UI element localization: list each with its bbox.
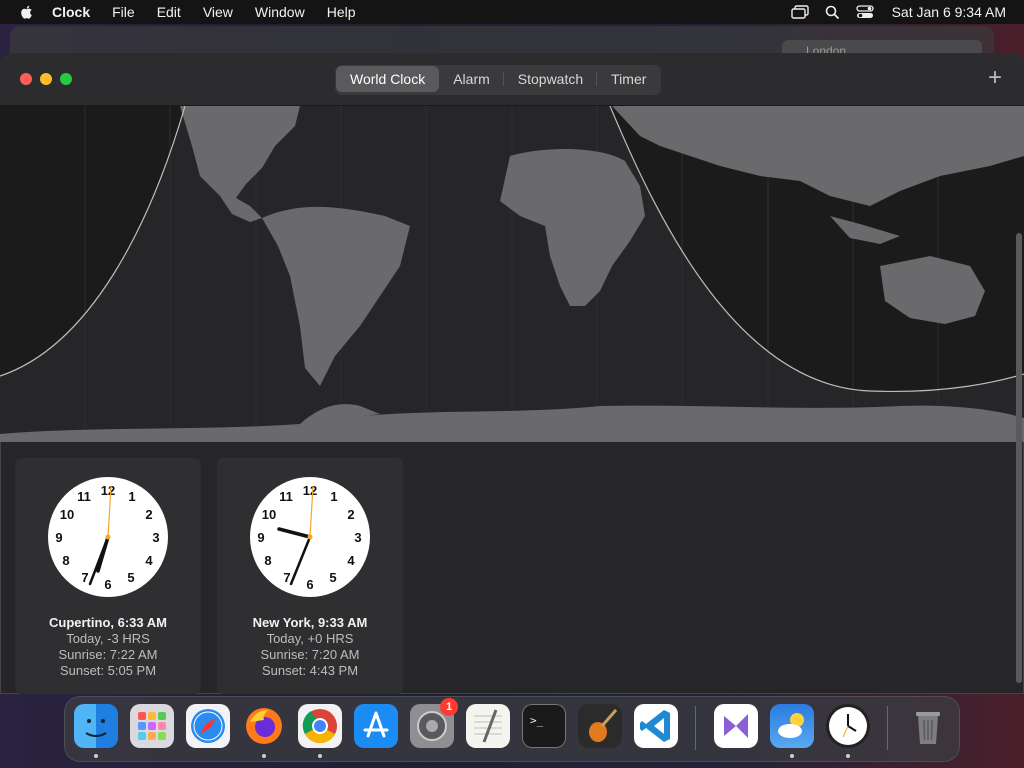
svg-text:3: 3: [152, 530, 159, 545]
tab-timer[interactable]: Timer: [597, 66, 660, 92]
clock-window: World Clock Alarm Stopwatch Timer + 12 1…: [0, 53, 1024, 694]
svg-text:7: 7: [283, 570, 290, 585]
garageband-icon[interactable]: [578, 704, 622, 748]
menu-bar: Clock File Edit View Window Help Sat Jan…: [0, 0, 1024, 24]
tab-alarm[interactable]: Alarm: [439, 66, 504, 92]
svg-text:12: 12: [101, 483, 115, 498]
trash-icon[interactable]: [906, 704, 950, 748]
svg-text:8: 8: [264, 553, 271, 568]
svg-text:2: 2: [347, 507, 354, 522]
svg-text:4: 4: [145, 553, 153, 568]
finder-icon[interactable]: [74, 704, 118, 748]
weather-icon[interactable]: [770, 704, 814, 748]
menu-view[interactable]: View: [203, 4, 233, 20]
zoom-button[interactable]: [60, 73, 72, 85]
svg-text:7: 7: [81, 570, 88, 585]
clock-sunrise: Sunrise: 7:20 AM: [260, 647, 360, 662]
screen-mirroring-icon[interactable]: [790, 5, 809, 19]
close-button[interactable]: [20, 73, 32, 85]
dock: 1 >_: [64, 696, 960, 762]
menu-edit[interactable]: Edit: [157, 4, 181, 20]
svg-text:3: 3: [354, 530, 361, 545]
svg-text:9: 9: [55, 530, 62, 545]
dock-separator: [695, 706, 696, 750]
textedit-icon[interactable]: [466, 704, 510, 748]
scrollbar[interactable]: [1016, 233, 1022, 683]
launchpad-icon[interactable]: [130, 704, 174, 748]
clock-card-new-york[interactable]: 12 1 2 3 45 6 78 9 10 11 New York, 9:33 AM Tod…: [217, 458, 403, 694]
svg-text:6: 6: [306, 577, 313, 592]
svg-text:12: 12: [303, 483, 317, 498]
svg-text:5: 5: [329, 570, 336, 585]
clock-app-icon[interactable]: [826, 704, 870, 748]
clock-sunrise: Sunrise: 7:22 AM: [58, 647, 158, 662]
firefox-icon[interactable]: [242, 704, 286, 748]
menubar-datetime[interactable]: Sat Jan 6 9:34 AM: [892, 4, 1006, 20]
svg-text:2: 2: [145, 507, 152, 522]
svg-text:4: 4: [347, 553, 355, 568]
clock-running-dot: [846, 754, 850, 758]
vscode-icon[interactable]: [634, 704, 678, 748]
menu-window[interactable]: Window: [255, 4, 305, 20]
clock-card-cupertino[interactable]: 12 1 2 3 45 6 78 9 10 11 Cupertino, 6:33 AM To…: [15, 458, 201, 694]
title-bar: World Clock Alarm Stopwatch Timer +: [0, 53, 1024, 106]
segmented-tabs: World Clock Alarm Stopwatch Timer: [335, 65, 662, 95]
svg-text:5: 5: [127, 570, 134, 585]
safari-icon[interactable]: [186, 704, 230, 748]
menu-help[interactable]: Help: [327, 4, 356, 20]
chrome-running-dot: [318, 754, 322, 758]
svg-text:11: 11: [279, 489, 293, 504]
clock-sunset: Sunset: 4:43 PM: [261, 663, 359, 678]
add-city-button[interactable]: +: [984, 66, 1006, 90]
analog-clock-face: 12 12 3 45 6 78 9 1011: [250, 477, 370, 597]
clock-offset: Today, -3 HRS: [66, 631, 150, 646]
svg-text:1: 1: [128, 489, 135, 504]
menu-clock[interactable]: Clock: [52, 4, 90, 20]
notification-badge: 1: [440, 698, 458, 716]
dock-separator: [887, 706, 888, 750]
tab-stopwatch[interactable]: Stopwatch: [504, 66, 598, 92]
terminal-icon[interactable]: >_: [522, 704, 566, 748]
analog-clock-face: 12 12 3 45 6 78 9 1011: [48, 477, 168, 597]
svg-text:>_: >_: [530, 714, 544, 727]
svg-text:10: 10: [262, 507, 276, 522]
svg-text:6: 6: [104, 577, 111, 592]
svg-text:10: 10: [60, 507, 74, 522]
app-store-icon[interactable]: [354, 704, 398, 748]
apple-icon[interactable]: [16, 3, 38, 21]
minimize-button[interactable]: [40, 73, 52, 85]
svg-text:1: 1: [330, 489, 337, 504]
clock-city-label: Cupertino, 6:33 AM: [49, 615, 167, 630]
search-icon[interactable]: [825, 5, 840, 20]
control-center-icon[interactable]: [855, 5, 874, 19]
svg-text:8: 8: [62, 553, 69, 568]
svg-text:11: 11: [77, 489, 91, 504]
clock-offset: Today, +0 HRS: [266, 631, 354, 646]
weather-running-dot: [790, 754, 794, 758]
finder-running-dot: [94, 754, 98, 758]
menu-file[interactable]: File: [112, 4, 135, 20]
clock-sunset: Sunset: 5:05 PM: [59, 663, 157, 678]
visual-studio-icon[interactable]: [714, 704, 758, 748]
chrome-icon[interactable]: [298, 704, 342, 748]
svg-text:9: 9: [257, 530, 264, 545]
world-map: [0, 106, 1024, 442]
tab-world-clock[interactable]: World Clock: [336, 66, 440, 92]
firefox-running-dot: [262, 754, 266, 758]
clock-city-label: New York, 9:33 AM: [252, 615, 368, 630]
